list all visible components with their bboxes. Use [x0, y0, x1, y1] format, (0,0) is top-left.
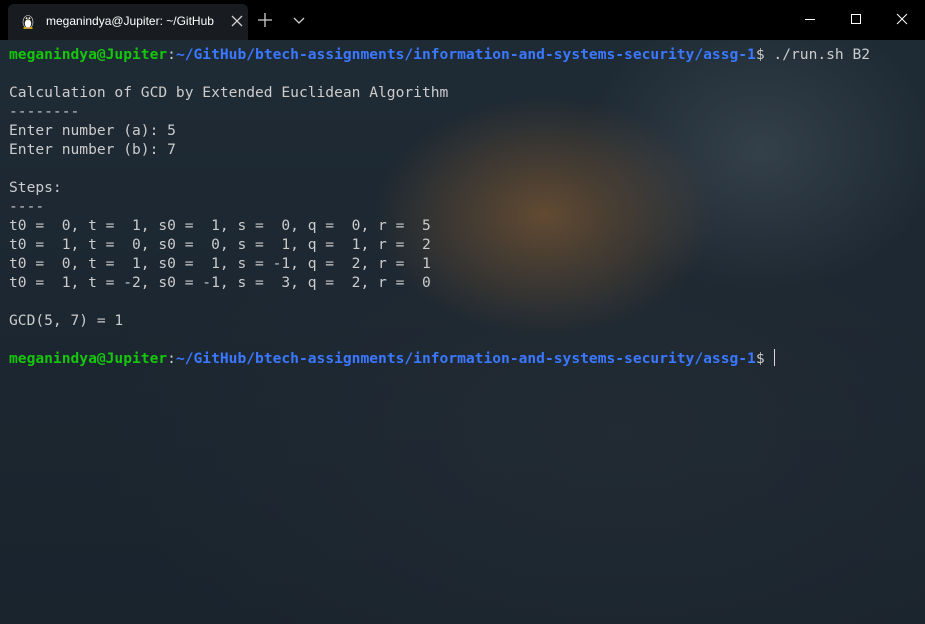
chevron-down-icon[interactable] — [288, 9, 310, 31]
prompt-colon: : — [167, 46, 176, 63]
output-heading: Calculation of GCD by Extended Euclidean… — [9, 84, 449, 101]
tab-title: meganindya@Jupiter: ~/GitHub — [46, 14, 214, 28]
terminal-output[interactable]: meganindya@Jupiter:~/GitHub/btech-assign… — [9, 45, 921, 620]
title-bar[interactable]: meganindya@Jupiter: ~/GitHub — [0, 0, 925, 40]
plus-icon[interactable] — [254, 9, 276, 31]
output-input-b: Enter number (b): 7 — [9, 141, 176, 158]
prompt-colon: : — [167, 350, 176, 367]
linux-penguin-icon — [22, 15, 34, 29]
prompt-dollar: $ — [755, 46, 765, 63]
prompt-path: ~/GitHub/btech-assignments/information-a… — [175, 350, 756, 367]
terminal-window: meganindya@Jupiter: ~/GitHub meganindya@… — [0, 0, 925, 624]
maximize-button[interactable] — [833, 0, 879, 38]
prompt-line: meganindya@Jupiter:~/GitHub/btech-assign… — [9, 45, 921, 64]
prompt-user-host: meganindya@Jupiter — [9, 46, 168, 63]
terminal-tab[interactable]: meganindya@Jupiter: ~/GitHub — [8, 4, 248, 40]
output-step-row: t0 = 1, t = 0, s0 = 0, s = 1, q = 1, r =… — [9, 236, 431, 253]
prompt-dollar: $ — [755, 350, 765, 367]
command-input[interactable] — [765, 350, 774, 367]
output-step-row: t0 = 0, t = 1, s0 = 1, s = -1, q = 2, r … — [9, 255, 431, 272]
output-steps-label: Steps: — [9, 179, 62, 196]
text-cursor — [774, 349, 776, 366]
close-icon — [896, 13, 908, 25]
maximize-icon — [851, 14, 861, 24]
output-step-row: t0 = 0, t = 1, s0 = 1, s = 0, q = 0, r =… — [9, 217, 431, 234]
output-separator: -------- — [9, 103, 80, 120]
prompt-path: ~/GitHub/btech-assignments/information-a… — [175, 46, 756, 63]
close-tab-icon[interactable] — [230, 14, 244, 28]
close-window-button[interactable] — [879, 0, 925, 38]
output-result: GCD(5, 7) = 1 — [9, 312, 124, 329]
prompt-line[interactable]: meganindya@Jupiter:~/GitHub/btech-assign… — [9, 349, 921, 368]
minimize-icon — [805, 19, 815, 20]
command-text: ./run.sh B2 — [764, 46, 871, 63]
output-separator: ---- — [9, 198, 45, 215]
minimize-button[interactable] — [787, 0, 833, 38]
output-input-a: Enter number (a): 5 — [9, 122, 176, 139]
output-step-row: t0 = 1, t = -2, s0 = -1, s = 3, q = 2, r… — [9, 274, 431, 291]
prompt-user-host: meganindya@Jupiter — [9, 350, 168, 367]
